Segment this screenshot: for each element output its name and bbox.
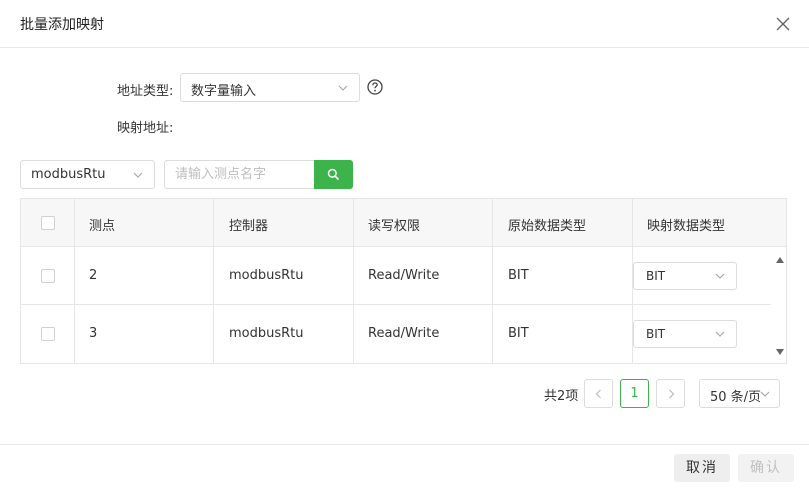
controller-select-value: modbusRtu [31, 167, 106, 182]
cell-point: 2 [89, 268, 98, 283]
mapped-type-value: BIT [646, 327, 666, 341]
cell-controller: modbusRtu [229, 326, 304, 341]
page-number-current[interactable]: 1 [620, 379, 649, 408]
address-type-select[interactable]: 数字量输入 [180, 73, 360, 102]
row-checkbox[interactable] [41, 269, 55, 283]
scroll-down-arrow[interactable] [776, 349, 784, 355]
cell-access: Read/Write [368, 268, 440, 283]
header-mapped-type: 映射数据类型 [647, 219, 726, 234]
next-page-button[interactable] [656, 379, 685, 408]
confirm-button[interactable]: 确认 [738, 454, 794, 482]
header-controller: 控制器 [229, 219, 269, 234]
chevron-down-icon [760, 391, 770, 397]
chevron-down-icon [715, 273, 725, 279]
page-size-select[interactable]: 50 条/页 [699, 379, 780, 408]
cell-source-type: BIT [508, 268, 529, 283]
search-icon [327, 168, 340, 181]
dialog-header: 批量添加映射 [0, 0, 809, 48]
header-source-type: 原始数据类型 [508, 219, 587, 234]
chevron-left-icon [595, 389, 601, 399]
point-search-input[interactable] [164, 160, 315, 189]
cancel-button[interactable]: 取消 [674, 454, 730, 482]
dialog-title: 批量添加映射 [20, 17, 104, 33]
chevron-right-icon [669, 389, 675, 399]
cell-controller: modbusRtu [229, 268, 304, 283]
prev-page-button[interactable] [584, 379, 613, 408]
table-row: 2 modbusRtu Read/Write BIT BIT [21, 247, 771, 305]
header-access: 读写权限 [368, 219, 421, 234]
search-button[interactable] [314, 160, 353, 189]
chevron-down-icon [133, 172, 143, 178]
scroll-up-arrow[interactable] [776, 257, 784, 263]
chevron-down-icon [715, 331, 725, 337]
table-row: 3 modbusRtu Read/Write BIT BIT [21, 305, 771, 363]
mapped-type-value: BIT [646, 269, 666, 283]
address-type-label: 地址类型: [117, 84, 174, 99]
page-size-value: 50 条/页 [710, 390, 762, 405]
table-header: 测点 控制器 读写权限 原始数据类型 映射数据类型 [21, 199, 786, 247]
row-checkbox[interactable] [41, 327, 55, 341]
cell-point: 3 [89, 326, 98, 341]
mapped-type-select[interactable]: BIT [633, 320, 737, 348]
question-circle-icon [367, 79, 383, 95]
close-button[interactable] [774, 15, 792, 33]
header-point: 测点 [89, 219, 116, 234]
cell-source-type: BIT [508, 326, 529, 341]
chevron-down-icon [338, 85, 348, 91]
points-table: 测点 控制器 读写权限 原始数据类型 映射数据类型 2 modbusRtu Re… [20, 198, 787, 364]
mapping-address-label: 映射地址: [117, 121, 174, 136]
address-type-value: 数字量输入 [191, 84, 257, 99]
cell-access: Read/Write [368, 326, 440, 341]
mapped-type-select[interactable]: BIT [633, 262, 737, 290]
help-icon[interactable] [366, 78, 384, 96]
select-all-checkbox[interactable] [41, 216, 55, 230]
close-icon [776, 17, 790, 31]
controller-select[interactable]: modbusRtu [20, 160, 155, 189]
pagination-total: 共2项 [544, 389, 579, 404]
